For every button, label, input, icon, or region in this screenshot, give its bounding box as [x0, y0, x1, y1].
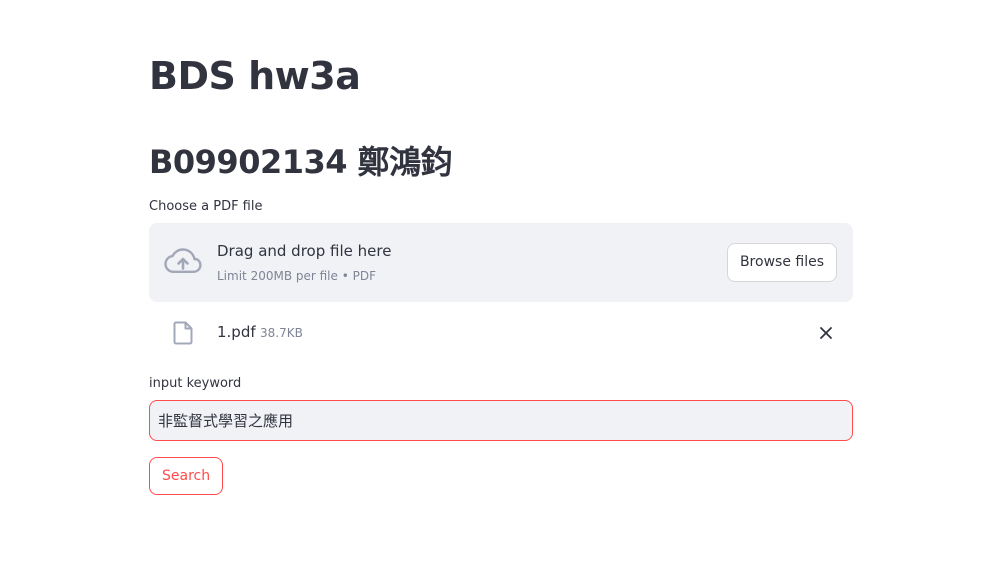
uploaded-file-size: 38.7KB: [260, 326, 303, 340]
file-uploader-label: Choose a PDF file: [149, 199, 263, 214]
search-button[interactable]: Search: [149, 457, 224, 495]
browse-files-button[interactable]: Browse files: [726, 243, 837, 282]
uploaded-file-item: 1.pdf 38.7KB: [149, 314, 853, 352]
file-dropzone[interactable]: Drag and drop file here Limit 200MB per …: [149, 223, 853, 302]
close-icon[interactable]: [819, 326, 833, 340]
cloud-upload-icon: [164, 248, 202, 273]
page-subtitle: B09902134 鄭鴻鈞: [149, 143, 453, 181]
file-icon: [173, 321, 193, 345]
page-title: BDS hw3a: [149, 54, 361, 98]
uploaded-file-name: 1.pdf: [217, 323, 256, 341]
keyword-input-label: input keyword: [149, 376, 242, 391]
dropzone-limit-text: Limit 200MB per file • PDF: [217, 269, 376, 283]
dropzone-instructions: Drag and drop file here: [217, 242, 392, 260]
keyword-input[interactable]: [149, 400, 853, 441]
